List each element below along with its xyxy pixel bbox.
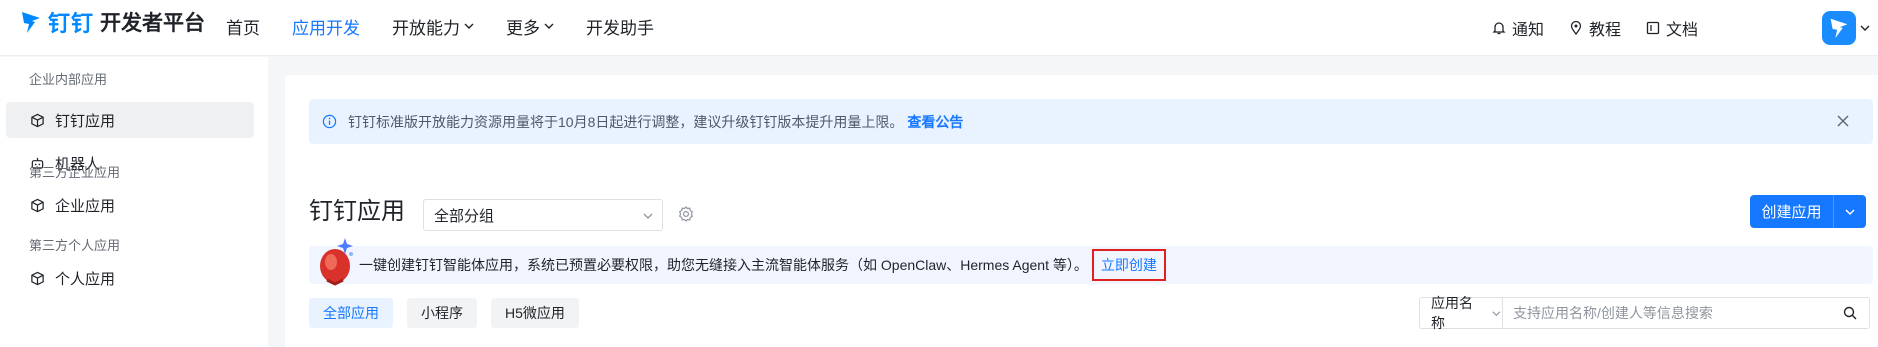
nav-app-dev[interactable]: 应用开发 — [292, 13, 360, 39]
nav-label: 应用开发 — [292, 18, 360, 38]
nav-open-capabilities[interactable]: 开放能力 — [392, 13, 474, 39]
search-icon[interactable] — [1843, 306, 1857, 320]
search-field-select[interactable]: 应用名称 — [1420, 295, 1503, 331]
notice-link[interactable]: 查看公告 — [907, 112, 963, 132]
notice-text: 钉钉标准版开放能力资源用量将于10月8日起进行调整，建议升级钉钉版本提升用量上限… — [348, 113, 904, 130]
top-bar: 钉钉 开发者平台 首页 应用开发 开放能力 更多 开发助手 通知 教程 文档 — [0, 0, 1878, 56]
close-icon[interactable] — [1834, 112, 1852, 130]
chevron-down-icon — [544, 23, 554, 29]
chevron-down-icon — [1492, 310, 1501, 316]
user-menu[interactable] — [1822, 11, 1870, 45]
chevron-down-icon — [1845, 208, 1855, 215]
nav-label: 开发助手 — [586, 18, 654, 38]
chevron-down-icon — [643, 213, 653, 219]
avatar — [1822, 11, 1856, 45]
nav-home[interactable]: 首页 — [226, 13, 260, 39]
sidebar-item-enterprise-app[interactable]: 企业应用 — [6, 187, 254, 223]
group-select-value: 全部分组 — [434, 207, 495, 225]
cube-icon — [31, 271, 44, 285]
docs-label: 文档 — [1665, 22, 1698, 39]
tutorial-link[interactable]: 教程 — [1568, 16, 1621, 40]
notice-banner: 钉钉标准版开放能力资源用量将于10月8日起进行调整，建议升级钉钉版本提升用量上限… — [309, 99, 1873, 144]
sidebar-item-label: 个人应用 — [55, 270, 116, 288]
cube-icon — [31, 113, 44, 127]
sidebar-item-dingtalk-app[interactable]: 钉钉应用 — [6, 102, 254, 138]
sidebar-item-personal-app[interactable]: 个人应用 — [6, 260, 254, 296]
tab-all-apps[interactable]: 全部应用 — [309, 298, 393, 328]
mascot-illustration-icon — [320, 238, 353, 286]
page-title: 钉钉应用 — [309, 197, 405, 225]
create-app-button[interactable]: 创建应用 — [1750, 195, 1866, 228]
agent-banner: 一键创建钉钉智能体应用，系统已预置必要权限，助您无缝接入主流智能体服务（如 Op… — [309, 238, 1873, 286]
book-icon — [1646, 21, 1660, 35]
tutorial-label: 教程 — [1588, 22, 1621, 39]
notify-label: 通知 — [1511, 22, 1544, 39]
agent-banner-text: 一键创建钉钉智能体应用，系统已预置必要权限，助您无缝接入主流智能体服务（如 Op… — [359, 257, 1088, 273]
main-content: 钉钉标准版开放能力资源用量将于10月8日起进行调整，建议升级钉钉版本提升用量上限… — [285, 75, 1878, 347]
chevron-down-icon — [464, 23, 474, 29]
app-type-tabs: 全部应用 小程序 H5微应用 — [309, 298, 579, 328]
docs-link[interactable]: 文档 — [1645, 16, 1698, 40]
logo-brand: 钉钉 — [48, 11, 95, 36]
notify-link[interactable]: 通知 — [1491, 16, 1544, 40]
sidebar-item-label: 钉钉应用 — [55, 112, 116, 130]
search-group: 应用名称 — [1419, 295, 1870, 331]
create-app-label: 创建应用 — [1761, 204, 1822, 221]
sidebar: 企业内部应用 钉钉应用 机器人 第三方企业应用 企业应用 第三方个人应用 个人应… — [0, 57, 268, 347]
gear-icon[interactable] — [677, 205, 695, 223]
tab-mini-program[interactable]: 小程序 — [407, 298, 477, 328]
bell-icon — [1492, 22, 1506, 35]
sidebar-item-label: 企业应用 — [55, 197, 116, 215]
create-now-link[interactable]: 立即创建 — [1091, 249, 1166, 281]
sidebar-group-title: 企业内部应用 — [29, 72, 108, 87]
logo[interactable]: 钉钉 开发者平台 — [20, 7, 205, 37]
dingtalk-logo-icon — [22, 12, 40, 33]
search-input[interactable] — [1503, 298, 1843, 328]
nav-label: 首页 — [226, 18, 260, 38]
nav-label: 更多 — [506, 18, 540, 38]
cube-icon — [31, 198, 44, 212]
sidebar-group-title: 第三方企业应用 — [29, 165, 121, 180]
create-app-dropdown[interactable] — [1834, 206, 1866, 218]
group-select[interactable]: 全部分组 — [423, 199, 663, 231]
location-pin-icon — [1570, 20, 1582, 36]
nav-label: 开放能力 — [392, 18, 460, 38]
logo-title: 开发者平台 — [100, 12, 206, 35]
nav-more[interactable]: 更多 — [506, 13, 554, 39]
search-field-value: 应用名称 — [1431, 295, 1473, 331]
main-nav: 首页 应用开发 开放能力 更多 开发助手 — [226, 13, 686, 39]
avatar-logo-icon — [1830, 18, 1848, 39]
sidebar-group-title: 第三方个人应用 — [29, 238, 121, 253]
tab-h5-app[interactable]: H5微应用 — [491, 298, 579, 328]
info-icon — [322, 114, 337, 129]
nav-dev-assistant[interactable]: 开发助手 — [586, 13, 654, 39]
chevron-down-icon — [1860, 25, 1870, 31]
right-nav: 通知 教程 文档 — [1491, 0, 1878, 56]
